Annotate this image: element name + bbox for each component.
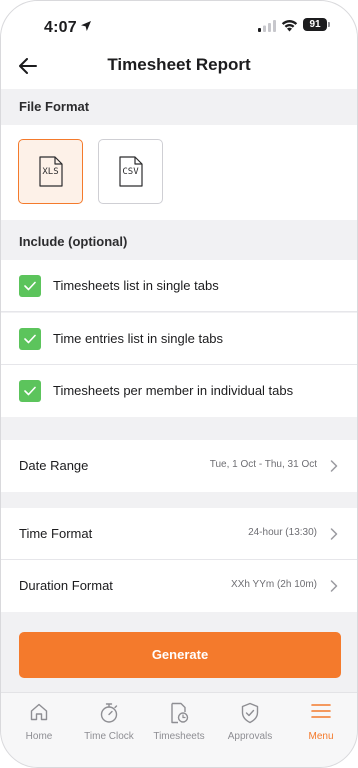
include-option-label: Timesheets per member in individual tabs [53,383,294,398]
checkmark-icon [24,281,36,291]
bottom-tab-bar: Home Time Clock Timesheets Approvals Men… [1,692,357,767]
cellular-signal-icon [258,20,276,32]
date-range-value: Tue, 1 Oct - Thu, 31 Oct [209,459,317,470]
csv-label: CSV [122,167,139,177]
wifi-icon [281,20,298,32]
chevron-right-icon [330,528,338,540]
generate-footer: Generate [1,612,357,692]
include-option-timesheets-list[interactable]: Timesheets list in single tabs [1,260,357,312]
status-bar: 4:07 91 [1,1,357,45]
time-format-value: 24-hour (13:30) [248,527,317,538]
generate-button[interactable]: Generate [19,632,341,678]
chevron-right-icon [330,460,338,472]
tab-approvals[interactable]: Approvals [214,699,286,745]
tab-home[interactable]: Home [3,699,75,745]
xls-file-icon: XLS [38,156,63,187]
shield-check-icon [241,702,259,724]
timesheet-icon [171,702,189,724]
home-icon [30,703,48,721]
include-heading: Include (optional) [1,220,357,260]
checkbox-checked[interactable] [19,380,41,402]
tab-time-clock[interactable]: Time Clock [73,699,145,745]
xls-label: XLS [42,167,59,177]
stopwatch-icon [100,703,118,723]
include-option-timesheets-per-member[interactable]: Timesheets per member in individual tabs [1,365,357,417]
hamburger-menu-icon [311,704,331,718]
tab-label: Time Clock [84,731,134,742]
time-format-row[interactable]: Time Format 24-hour (13:30) [1,508,357,560]
location-arrow-icon [81,21,91,31]
checkbox-checked[interactable] [19,275,41,297]
tab-label: Approvals [227,731,273,742]
file-format-options: XLS CSV [1,125,357,220]
phone-screen: 4:07 91 Timesheet Report File Format XLS… [0,0,358,768]
top-nav-bar: Timesheet Report [1,45,357,89]
time-format-label: Time Format [19,526,93,541]
duration-format-row[interactable]: Duration Format XXh YYm (2h 10m) [1,560,357,612]
csv-file-icon: CSV [118,156,143,187]
duration-format-value: XXh YYm (2h 10m) [231,579,317,590]
tab-label: Home [25,731,53,742]
format-option-csv[interactable]: CSV [98,139,163,204]
chevron-right-icon [330,580,338,592]
include-option-label: Time entries list in single tabs [53,331,224,346]
date-range-row[interactable]: Date Range Tue, 1 Oct - Thu, 31 Oct [1,440,357,492]
page-title: Timesheet Report [107,55,251,74]
include-option-time-entries[interactable]: Time entries list in single tabs [1,313,357,365]
date-range-label: Date Range [19,458,89,473]
file-format-heading: File Format [1,89,357,125]
tab-menu[interactable]: Menu [285,699,357,745]
tab-label: Menu [308,731,334,742]
tab-timesheets[interactable]: Timesheets [143,699,215,745]
checkmark-icon [24,386,36,396]
status-time: 4:07 [44,19,77,36]
battery-indicator: 91 [303,18,330,31]
include-option-label: Timesheets list in single tabs [53,278,219,293]
tab-label: Timesheets [153,731,205,742]
format-option-xls[interactable]: XLS [18,139,83,204]
checkbox-checked[interactable] [19,328,41,350]
checkmark-icon [24,334,36,344]
duration-format-label: Duration Format [19,578,113,593]
